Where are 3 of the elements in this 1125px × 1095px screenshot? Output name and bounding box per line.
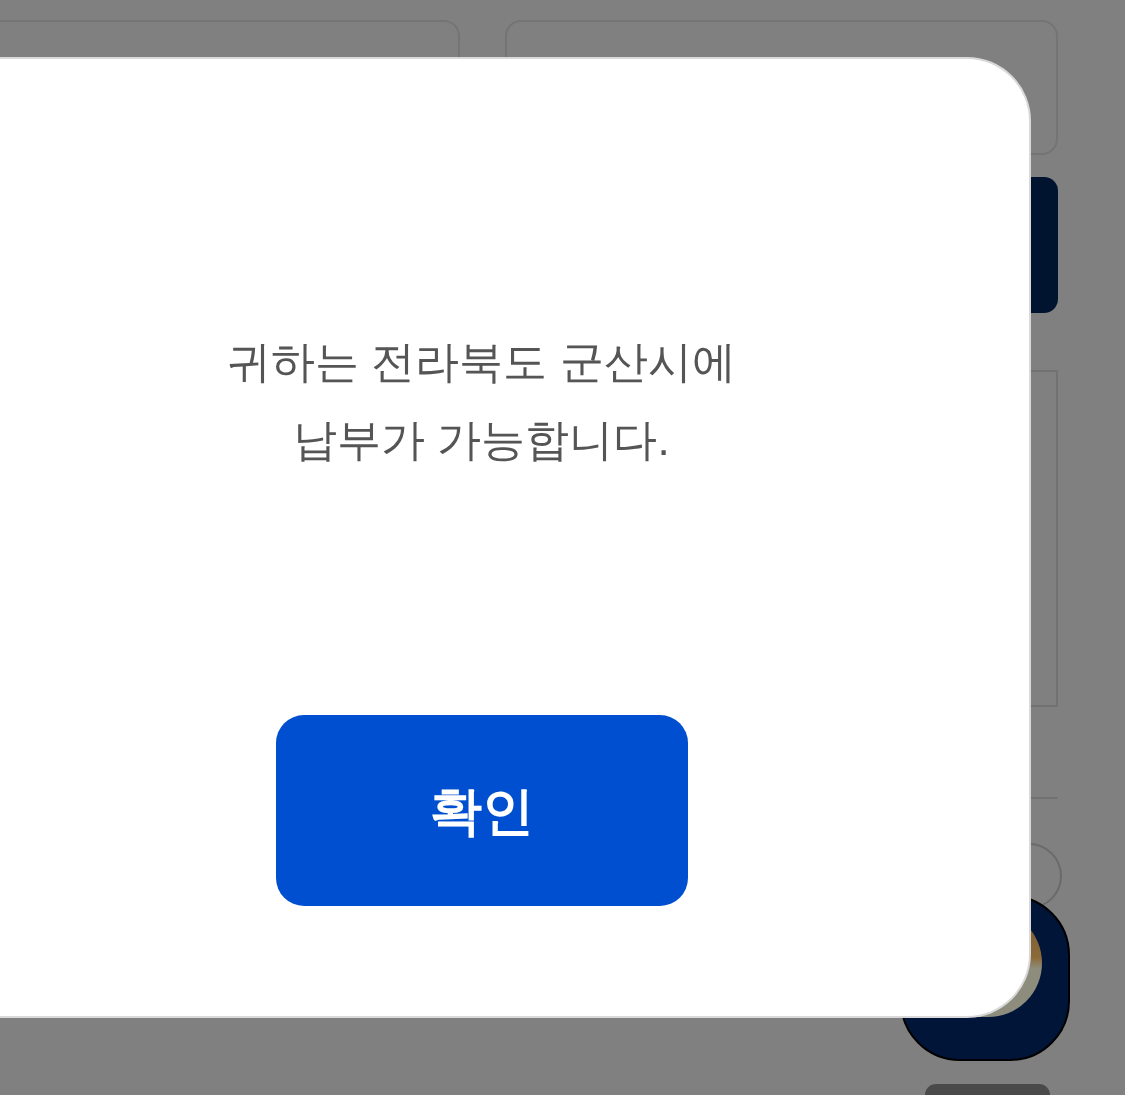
- confirm-button[interactable]: 확인: [275, 715, 688, 906]
- round-button[interactable]: [925, 1084, 1050, 1095]
- dialog-message: 귀하는 전라북도 군산시에 납부가 가능합니다.: [227, 336, 736, 466]
